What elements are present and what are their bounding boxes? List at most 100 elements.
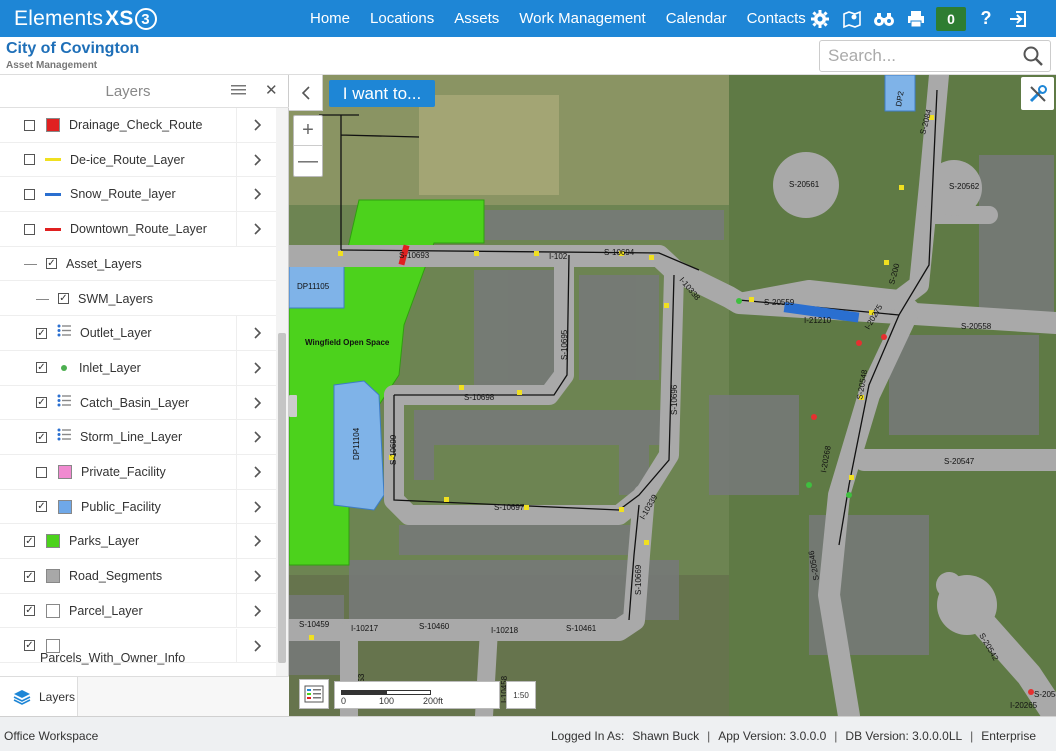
nav-work-management[interactable]: Work Management <box>509 10 655 27</box>
collapse-panel-button[interactable] <box>289 75 323 111</box>
chevron-right-icon[interactable] <box>236 420 276 455</box>
layer-row-controls: — ✓ SWM_Layers <box>36 282 153 316</box>
layer-label: Catch_Basin_Layer <box>80 395 190 410</box>
layer-row[interactable]: — ✓ SWM_Layers <box>0 282 276 317</box>
zoom-in-button[interactable]: + <box>294 116 322 146</box>
layer-checkbox[interactable] <box>24 154 35 166</box>
legend-button[interactable] <box>299 679 329 709</box>
scale-label-0: 0 <box>341 696 347 706</box>
chevron-right-icon[interactable] <box>236 385 276 420</box>
scrollbar-thumb[interactable] <box>278 333 286 663</box>
layer-checkbox[interactable] <box>24 223 35 235</box>
layer-checkbox[interactable]: ✓ <box>46 258 57 270</box>
layer-line-symbol <box>45 227 61 231</box>
chevron-right-icon[interactable] <box>236 628 276 663</box>
layer-checkbox[interactable] <box>36 466 47 478</box>
map-label-s10669: S-10669 <box>634 564 643 595</box>
print-icon[interactable] <box>900 0 932 37</box>
logout-icon[interactable] <box>1002 0 1034 37</box>
map-pin-icon[interactable] <box>836 0 868 37</box>
logged-in-label: Logged In As: <box>550 729 625 743</box>
settings-gear-icon[interactable] <box>804 0 836 37</box>
layer-checkbox[interactable]: ✓ <box>36 501 47 513</box>
status-separator: | <box>970 729 974 743</box>
chevron-right-icon[interactable] <box>236 593 276 628</box>
chevron-right-icon[interactable] <box>236 489 276 524</box>
map-tools-button[interactable] <box>1021 77 1054 110</box>
chevron-right-icon[interactable] <box>236 559 276 594</box>
layer-row[interactable]: Snow_Route_layer <box>0 177 276 213</box>
layer-row[interactable]: ✓ Catch_Basin_Layer <box>0 385 276 421</box>
i-want-to-button[interactable]: I want to... <box>329 80 435 107</box>
nav-locations[interactable]: Locations <box>360 10 444 27</box>
close-icon[interactable]: ✕ <box>265 81 278 99</box>
layer-row[interactable]: ✓ Parks_Layer <box>0 524 276 560</box>
chevron-right-icon[interactable] <box>236 108 276 142</box>
layer-checkbox[interactable]: ✓ <box>24 535 35 547</box>
nav-home[interactable]: Home <box>300 10 360 27</box>
tab-layers[interactable]: Layers <box>0 677 78 717</box>
layer-label: Outlet_Layer <box>80 326 152 341</box>
layer-checkbox[interactable]: ✓ <box>24 640 35 651</box>
layer-label: Downtown_Route_Layer <box>70 222 207 237</box>
search-input[interactable] <box>820 41 1015 71</box>
layer-checkbox[interactable]: ✓ <box>36 397 47 409</box>
panel-splitter-handle[interactable] <box>289 395 297 417</box>
zoom-out-button[interactable]: — <box>294 146 322 176</box>
layer-checkbox[interactable]: ✓ <box>58 293 69 304</box>
layer-row[interactable]: — ✓ Asset_Layers <box>0 247 276 282</box>
chevron-right-icon[interactable] <box>236 177 276 212</box>
map-label-s10698: S-10698 <box>464 393 495 402</box>
binoculars-icon[interactable] <box>868 0 900 37</box>
chevron-right-icon[interactable] <box>236 316 276 351</box>
map-canvas[interactable]: S-10693 S-10694 I-102 I-10338 DP11105 Wi… <box>289 75 1056 716</box>
nav-calendar[interactable]: Calendar <box>656 10 737 27</box>
layer-row[interactable]: ✓ Outlet_Layer <box>0 316 276 351</box>
layer-checkbox[interactable]: ✓ <box>24 605 35 617</box>
collapse-toggle-icon[interactable]: — <box>24 256 37 271</box>
layer-checkbox[interactable]: ✓ <box>36 327 47 339</box>
layer-swatch <box>58 499 72 514</box>
layer-row[interactable]: De-ice_Route_Layer <box>0 142 276 178</box>
panel-header: Layers ✕ <box>0 75 289 108</box>
layer-checkbox[interactable] <box>24 188 35 200</box>
app-logo[interactable]: Elements XS 3 <box>14 5 157 33</box>
layer-row[interactable]: Downtown_Route_Layer <box>0 212 276 247</box>
chevron-right-icon[interactable] <box>236 455 276 489</box>
chevron-right-icon[interactable] <box>236 142 276 177</box>
tab-layers-label: Layers <box>39 690 76 704</box>
notification-badge[interactable]: 0 <box>936 6 966 31</box>
search-icon[interactable] <box>1022 45 1044 72</box>
layer-row[interactable]: ✓ Parcel_Layer <box>0 593 276 629</box>
scale-toggle-button[interactable]: 1:50 <box>506 681 536 709</box>
layer-row[interactable]: ✓ Inlet_Layer <box>0 350 276 386</box>
layer-row-controls: Private_Facility <box>36 455 166 489</box>
chevron-right-icon[interactable] <box>236 524 276 559</box>
layer-checkbox[interactable] <box>24 119 35 131</box>
layer-row[interactable]: ✓ Storm_Line_Layer <box>0 420 276 455</box>
status-separator: | <box>834 729 838 743</box>
map-label-s20559: S-20559 <box>764 298 795 307</box>
chevron-right-icon[interactable] <box>236 350 276 385</box>
chevron-right-icon[interactable] <box>236 212 276 247</box>
layer-checkbox[interactable]: ✓ <box>36 431 47 443</box>
map-label-s10694: S-10694 <box>604 248 635 257</box>
panel-scrollbar[interactable] <box>276 108 288 676</box>
nav-assets[interactable]: Assets <box>444 10 509 27</box>
hamburger-menu-icon[interactable] <box>231 84 247 103</box>
map-label-i21210: I-21210 <box>804 316 832 325</box>
layer-checkbox[interactable]: ✓ <box>36 362 47 374</box>
layer-row[interactable]: Private_Facility <box>0 455 276 490</box>
map-label-s10693: S-10693 <box>399 251 430 260</box>
status-info: Logged In As: Shawn Buck | App Version: … <box>551 729 1036 743</box>
collapse-toggle-icon[interactable]: — <box>36 291 49 306</box>
layer-row[interactable]: ✓ Public_Facility <box>0 489 276 525</box>
map-view[interactable]: S-10693 S-10694 I-102 I-10338 DP11105 Wi… <box>289 75 1056 716</box>
layer-row[interactable]: ✓ Parcels_With_Owner_Info <box>0 628 276 665</box>
layer-row-controls: ✓ Storm_Line_Layer <box>36 420 182 454</box>
layer-checkbox[interactable]: ✓ <box>24 570 35 582</box>
layer-row[interactable]: Drainage_Check_Route <box>0 108 276 143</box>
layer-swatch <box>58 465 72 479</box>
layer-row[interactable]: ✓ Road_Segments <box>0 559 276 594</box>
help-icon[interactable]: ? <box>970 0 1002 37</box>
